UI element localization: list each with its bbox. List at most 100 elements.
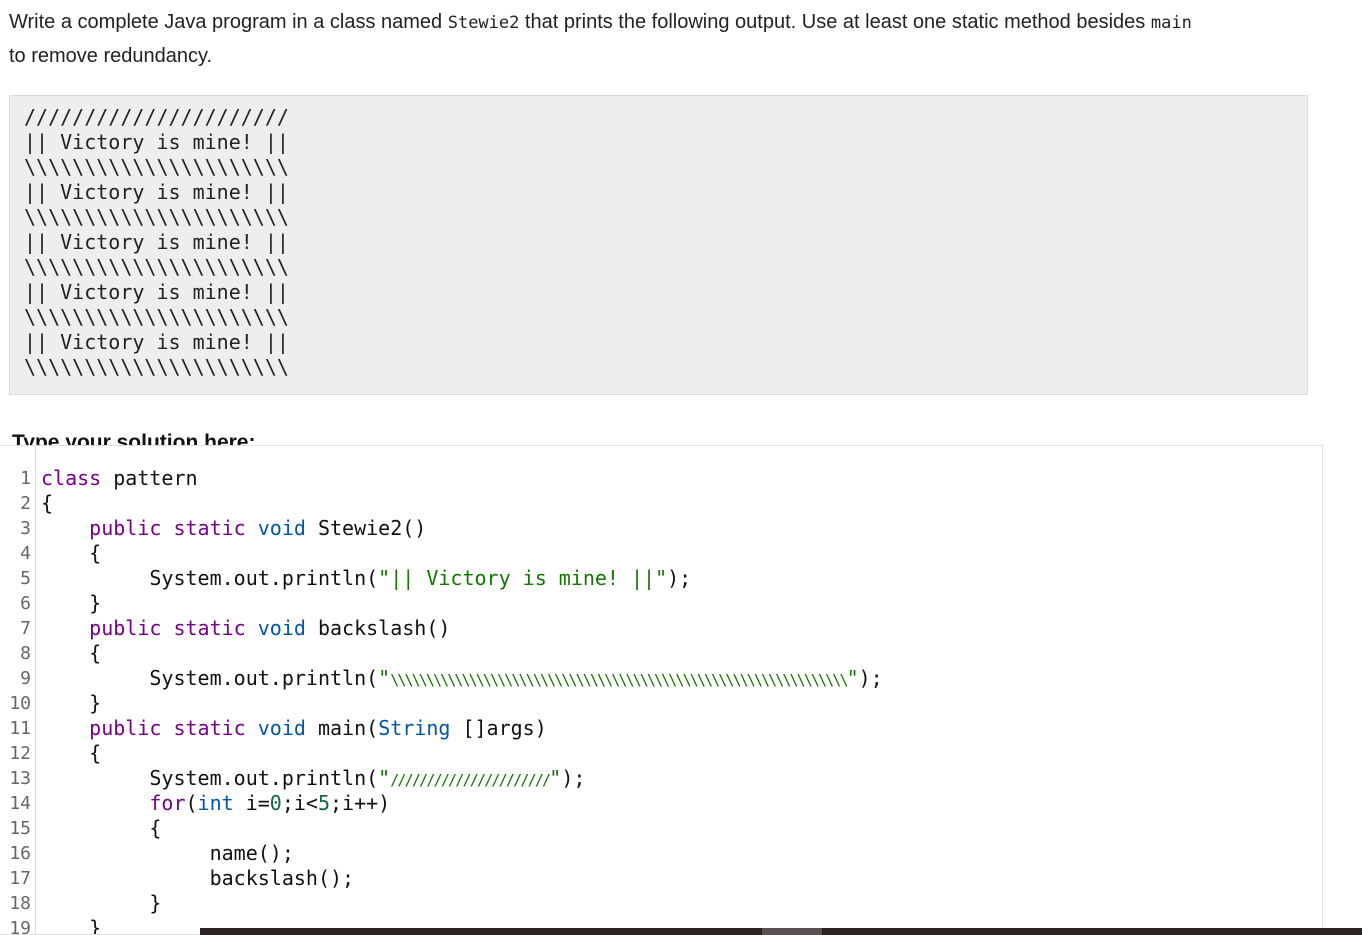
code-token: []args) bbox=[450, 716, 547, 740]
code-line[interactable]: public static void Stewie2() bbox=[41, 516, 426, 541]
line-number: 9 bbox=[20, 668, 31, 689]
code-token: ); bbox=[667, 566, 692, 590]
code-line[interactable]: System.out.println("|| Victory is mine! … bbox=[41, 566, 691, 591]
code-token: ( bbox=[185, 791, 198, 815]
class-name-code: Stewie2 bbox=[447, 13, 520, 33]
code-token: class bbox=[41, 466, 102, 490]
code-line[interactable]: } bbox=[41, 916, 102, 935]
code-token: main( bbox=[305, 716, 379, 740]
code-line[interactable]: public static void main(String []args) bbox=[41, 716, 547, 741]
line-number: 6 bbox=[20, 593, 31, 614]
line-number: 16 bbox=[9, 843, 31, 864]
code-token: Stewie2() bbox=[305, 516, 427, 540]
code-line[interactable]: { bbox=[41, 541, 101, 566]
line-number: 7 bbox=[20, 618, 31, 639]
code-token: System.out.println( bbox=[41, 766, 379, 790]
line-number: 4 bbox=[20, 543, 31, 564]
code-token: " bbox=[549, 766, 562, 790]
code-line[interactable]: System.out.println("////////////////////… bbox=[41, 766, 585, 793]
code-line[interactable]: name(); bbox=[41, 841, 294, 866]
code-line[interactable]: { bbox=[41, 641, 101, 666]
line-number: 3 bbox=[20, 518, 31, 539]
prompt-text-2: that prints the following output. Use at… bbox=[519, 11, 1151, 33]
code-token: i= bbox=[233, 791, 270, 815]
code-token: ); bbox=[561, 766, 586, 790]
problem-statement: Write a complete Java program in a class… bbox=[9, 6, 1329, 73]
code-token: void bbox=[257, 716, 306, 740]
code-token: { bbox=[41, 541, 102, 565]
line-number: 18 bbox=[9, 893, 31, 914]
line-number: 13 bbox=[9, 768, 31, 789]
line-number: 19 bbox=[9, 918, 31, 935]
code-token: ;i< bbox=[281, 791, 318, 815]
code-token: backslash(); bbox=[41, 866, 355, 890]
code-token: " bbox=[378, 666, 391, 690]
code-line[interactable]: } bbox=[41, 691, 101, 716]
code-token: "|| Victory is mine! ||" bbox=[378, 566, 668, 590]
code-token: static bbox=[173, 716, 246, 740]
code-line[interactable]: public static void backslash() bbox=[41, 616, 450, 641]
code-token: } bbox=[41, 691, 102, 715]
prompt-text-1: Write a complete Java program in a class… bbox=[9, 11, 448, 33]
code-token: } bbox=[41, 591, 102, 615]
line-number: 15 bbox=[9, 818, 31, 839]
code-line[interactable]: for(int i=0;i<5;i++) bbox=[41, 791, 390, 816]
line-number: 8 bbox=[20, 643, 31, 664]
line-number: 10 bbox=[9, 693, 31, 714]
code-line[interactable]: } bbox=[41, 891, 161, 916]
code-token: \\\\\\\\\\\\\\\\\\\\\\\\\\\\\\\\\\\\\\\\… bbox=[390, 671, 848, 689]
code-token: { bbox=[41, 491, 54, 515]
line-number: 1 bbox=[20, 468, 31, 489]
code-token: backslash() bbox=[305, 616, 451, 640]
code-line[interactable]: System.out.println("\\\\\\\\\\\\\\\\\\\\… bbox=[41, 666, 882, 693]
code-token: System.out.println( bbox=[41, 666, 379, 690]
code-line[interactable]: backslash(); bbox=[41, 866, 355, 891]
expected-output-text: ////////////////////// || Victory is min… bbox=[24, 105, 289, 379]
code-token: static bbox=[173, 516, 246, 540]
code-token: pattern bbox=[101, 466, 198, 490]
code-token: static bbox=[173, 616, 246, 640]
code-token: ////////////////////// bbox=[390, 771, 551, 789]
code-line[interactable]: } bbox=[41, 591, 101, 616]
code-editor[interactable]: 1 2 3 4 5 6 7 8 9 10 11 12 13 14 15 16 17 18 19 class patt… bbox=[0, 445, 1323, 935]
line-number-gutter: 1 2 3 4 5 6 7 8 9 10 11 12 13 14 15 16 17 18 19 bbox=[0, 446, 36, 934]
code-line[interactable]: { bbox=[41, 491, 53, 516]
line-number: 5 bbox=[20, 568, 31, 589]
scrollbar-thumb[interactable] bbox=[762, 928, 822, 935]
code-token: public bbox=[89, 616, 162, 640]
code-token: public bbox=[89, 516, 162, 540]
code-token: 5 bbox=[317, 791, 331, 815]
line-number: 2 bbox=[20, 493, 31, 514]
code-line[interactable]: { bbox=[41, 741, 101, 766]
line-number: 17 bbox=[9, 868, 31, 889]
code-line[interactable]: class pattern bbox=[41, 466, 198, 491]
code-token: public bbox=[89, 716, 162, 740]
prompt-text-3: to remove redundancy. bbox=[9, 45, 213, 67]
code-token: } bbox=[41, 891, 162, 915]
code-token: name(); bbox=[41, 841, 294, 865]
code-token: void bbox=[257, 616, 306, 640]
line-number: 14 bbox=[9, 793, 31, 814]
code-token: System.out.println( bbox=[41, 566, 379, 590]
code-token: String bbox=[378, 716, 451, 740]
line-number: 12 bbox=[9, 743, 31, 764]
code-line[interactable]: { bbox=[41, 816, 161, 841]
code-token: } bbox=[41, 916, 102, 935]
code-token: for bbox=[149, 791, 186, 815]
code-token: { bbox=[41, 641, 102, 665]
main-code: main bbox=[1150, 13, 1192, 33]
code-token: " bbox=[378, 766, 391, 790]
horizontal-scrollbar[interactable] bbox=[200, 928, 1362, 935]
code-token: 0 bbox=[269, 791, 282, 815]
code-token: { bbox=[41, 816, 162, 840]
